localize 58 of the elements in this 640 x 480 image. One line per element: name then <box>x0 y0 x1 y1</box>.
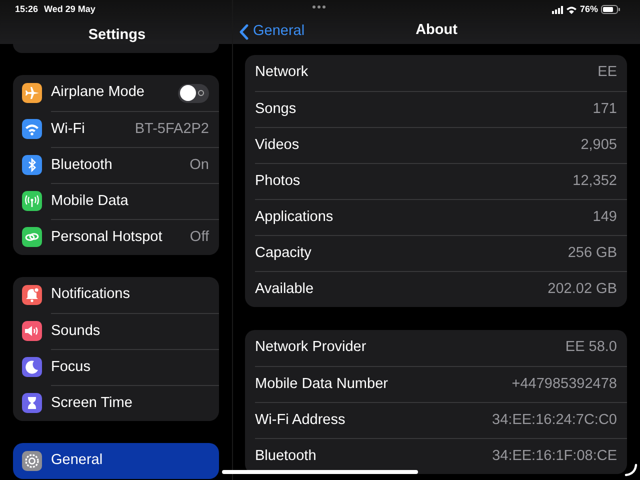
info-label: Bluetooth <box>255 446 316 466</box>
battery-percentage: 76% <box>580 3 598 16</box>
info-label: Wi-Fi Address <box>255 410 346 430</box>
more-dots-icon[interactable] <box>312 5 326 9</box>
info-value: 34:EE:16:1F:08:CE <box>492 446 617 466</box>
corner-curve-icon <box>624 463 638 477</box>
info-value: 256 GB <box>568 244 617 263</box>
sidebar-title: Settings <box>88 26 146 44</box>
sidebar-item[interactable]: Screen Time <box>13 385 219 421</box>
item-label: Notifications <box>51 285 130 304</box>
info-label: Photos <box>255 172 300 191</box>
item-label: Screen Time <box>51 394 132 413</box>
item-label: Focus <box>51 358 90 377</box>
item-value: BT-5FA2P2 <box>134 120 209 139</box>
chevron-left-icon <box>239 24 249 40</box>
status-time: 15:26 <box>15 3 38 16</box>
back-button[interactable]: General <box>239 21 305 43</box>
sidebar-item[interactable]: Mobile Data <box>13 183 219 219</box>
item-label: Airplane Mode <box>51 83 144 102</box>
wifi-icon <box>566 6 577 14</box>
info-label: Applications <box>255 208 334 227</box>
info-value: EE 58.0 <box>565 338 617 358</box>
sidebar-item[interactable]: Sounds <box>13 313 219 349</box>
info-value: 12,352 <box>572 172 617 191</box>
signal-icon <box>552 6 563 14</box>
info-label: Videos <box>255 136 300 155</box>
info-label: Songs <box>255 100 296 119</box>
info-value: EE <box>598 63 617 82</box>
info-value: 171 <box>592 100 617 119</box>
sidebar-item[interactable]: Personal Hotspot Off <box>13 219 219 255</box>
info-value: 149 <box>592 208 617 227</box>
item-label: Mobile Data <box>51 192 128 211</box>
sidebar-item[interactable]: Focus <box>13 349 219 385</box>
info-label: Mobile Data Number <box>255 374 388 394</box>
info-value: 202.02 GB <box>548 280 617 299</box>
item-label: Sounds <box>51 322 100 341</box>
item-label: Personal Hotspot <box>51 228 162 247</box>
item-label: General <box>51 451 103 470</box>
info-label: Available <box>255 280 314 299</box>
info-value: +447985392478 <box>512 374 617 394</box>
item-label: Wi-Fi <box>51 120 85 139</box>
info-label: Capacity <box>255 244 312 263</box>
battery-icon <box>601 5 621 14</box>
item-label: Bluetooth <box>51 156 112 175</box>
info-value: 34:EE:16:24:7C:C0 <box>492 410 617 430</box>
item-value: On <box>190 156 209 175</box>
toggle-switch[interactable] <box>178 84 209 102</box>
item-value: Off <box>190 228 209 247</box>
info-label: Network <box>255 63 308 82</box>
sidebar-item[interactable]: Notifications <box>13 277 219 313</box>
sidebar-item[interactable]: Wi-Fi BT-5FA2P2 <box>13 111 219 147</box>
sidebar-item[interactable]: Airplane Mode <box>13 75 219 111</box>
sidebar-item[interactable]: General <box>13 443 219 479</box>
info-label: Network Provider <box>255 338 366 358</box>
status-date: Wed 29 May <box>44 3 96 16</box>
page-title: About <box>416 21 458 40</box>
sidebar-item[interactable]: Bluetooth On <box>13 147 219 183</box>
info-value: 2,905 <box>580 136 617 155</box>
